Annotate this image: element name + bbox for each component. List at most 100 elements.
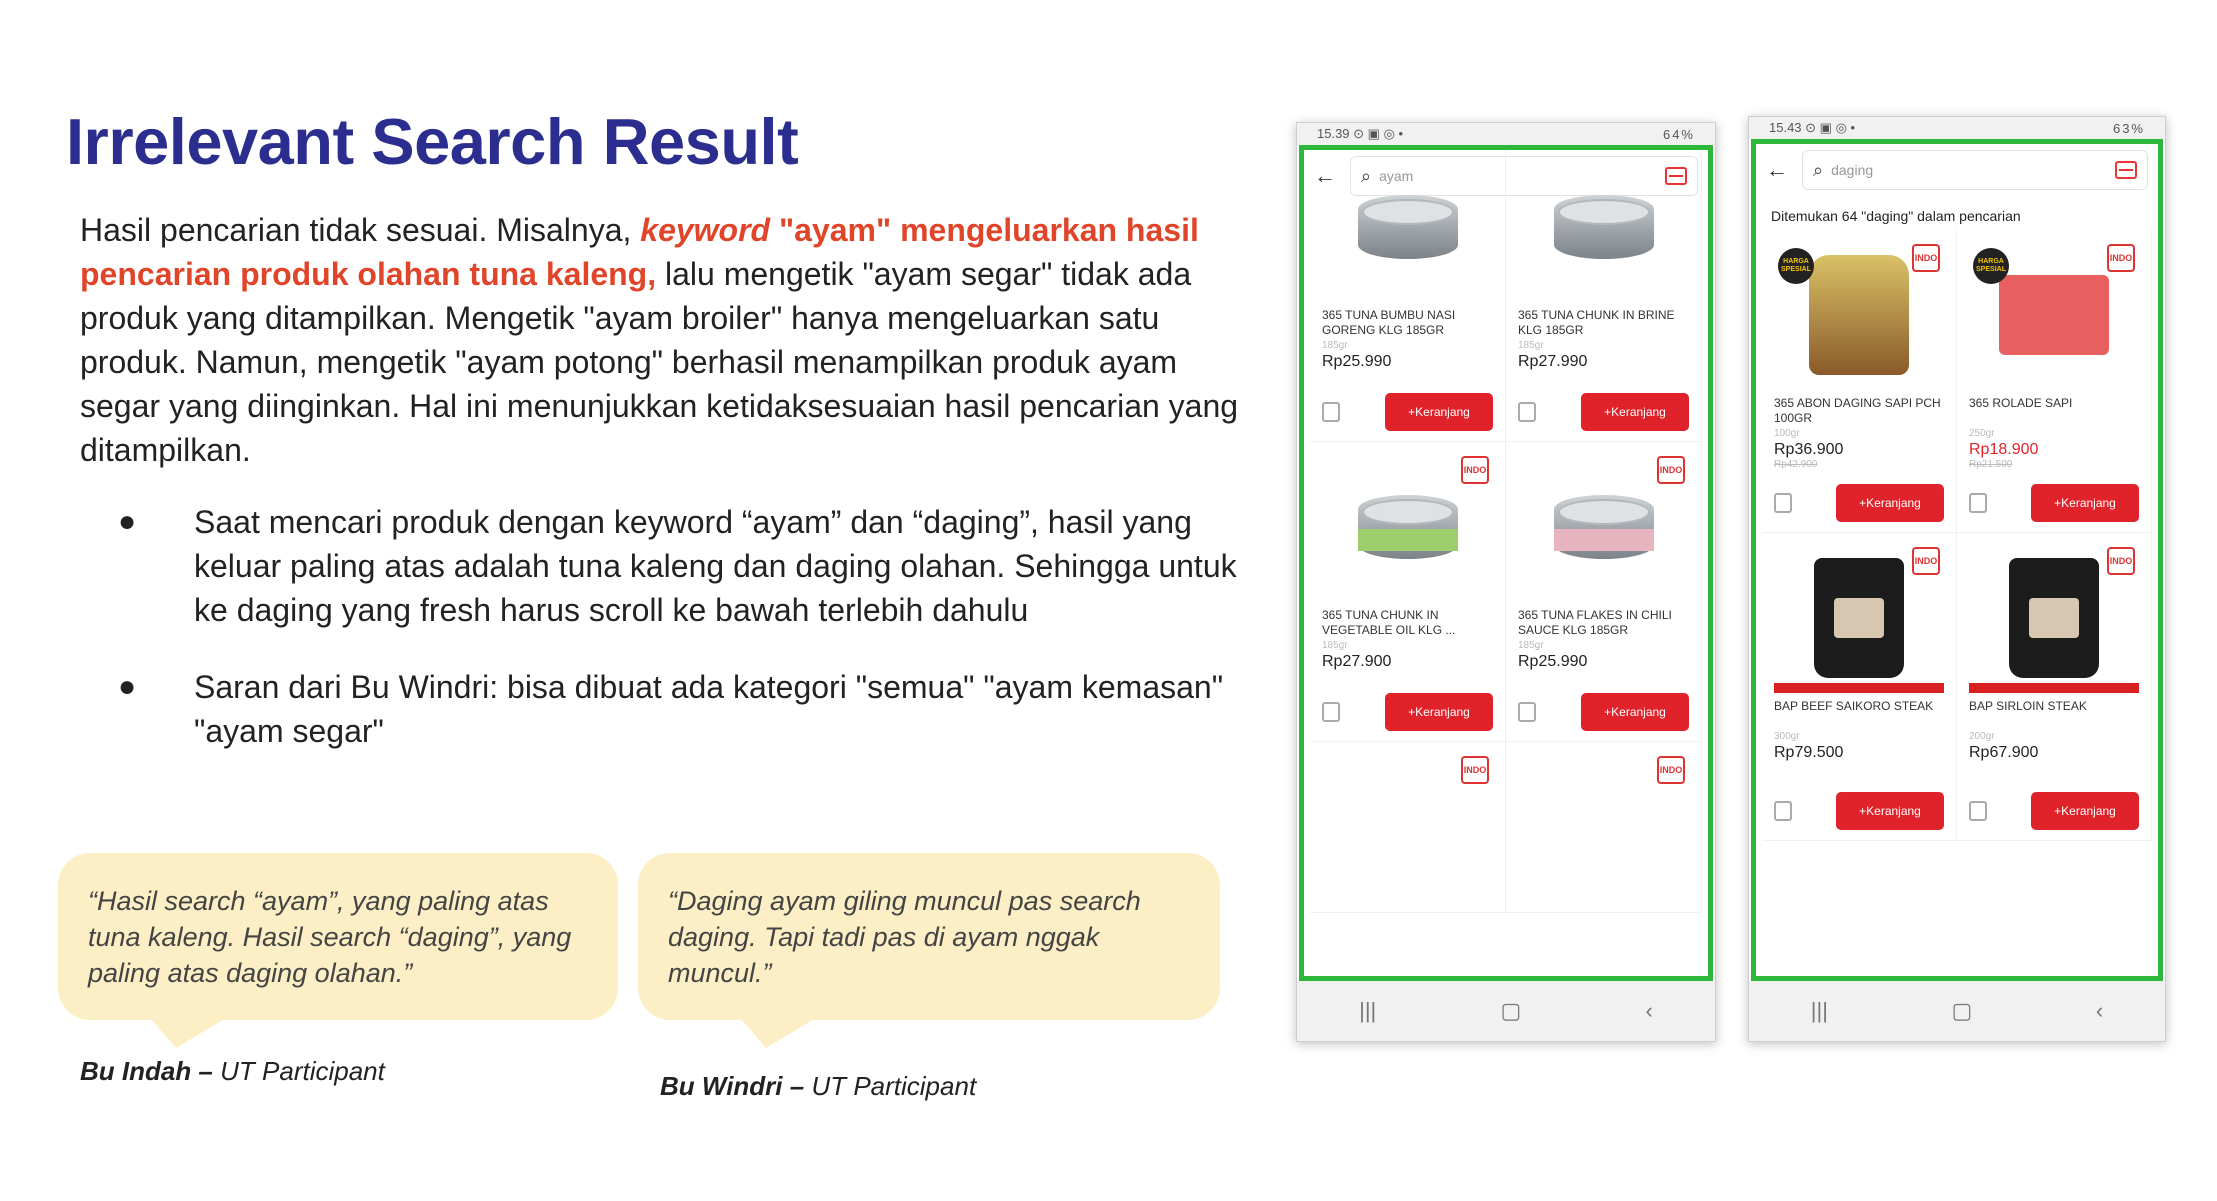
bullet-dot: ● <box>118 505 137 538</box>
status-bar: 15.43 ⊙ ▣ ◎ • 63% <box>1749 117 2165 139</box>
nav-back-button[interactable]: ‹ <box>2096 998 2103 1024</box>
product-weight: 185gr <box>1518 340 1544 351</box>
status-battery: 63% <box>2112 120 2145 136</box>
bullet-text: Saran dari Bu Windri: bisa dibuat ada ka… <box>194 669 1224 749</box>
product-name: 365 ABON DAGING SAPI PCH 100GR <box>1774 396 1941 425</box>
shopping-list-icon[interactable] <box>1518 402 1536 422</box>
product-card[interactable]: INDO BAP SIRLOIN STEAK 200gr Rp67.900 +K… <box>1957 533 2152 841</box>
quote-text: “Daging ayam giling muncul pas search da… <box>668 886 1141 988</box>
phone-screenshot-ayam: 15.39 ⊙ ▣ ◎ • 64% ← ⌕ ayam 365 TUNA BUMB… <box>1296 122 1716 1042</box>
product-card[interactable]: HARGA SPESIAL INDO 365 ABON DAGING SAPI P… <box>1762 230 1957 533</box>
add-to-cart-button[interactable]: +Keranjang <box>1836 484 1944 522</box>
shopping-list-icon[interactable] <box>1774 801 1792 821</box>
add-to-cart-button[interactable]: +Keranjang <box>1581 393 1689 431</box>
status-time: 15.43 ⊙ ▣ ◎ • <box>1769 120 1856 135</box>
intro-highlight-keyword: keyword <box>640 212 771 248</box>
product-card[interactable]: INDO <box>1310 742 1506 913</box>
indomaret-badge-icon: INDO <box>1912 244 1940 272</box>
indomaret-badge-icon: INDO <box>2107 244 2135 272</box>
search-icon: ⌕ <box>1813 159 1824 180</box>
home-button[interactable]: ▢ <box>1952 998 1973 1024</box>
status-battery: 64% <box>1662 126 1695 142</box>
product-grid: HARGA SPESIAL INDO 365 ABON DAGING SAPI P… <box>1756 230 2158 841</box>
intro-paragraph: Hasil pencarian tidak sesuai. Misalnya, … <box>80 208 1255 472</box>
product-image: HARGA SPESIAL INDO <box>1969 240 2139 390</box>
product-name: 365 ROLADE SAPI <box>1969 396 2073 410</box>
harga-spesial-badge: HARGA SPESIAL <box>1973 248 2009 284</box>
participant-name: Bu Indah – <box>80 1056 213 1086</box>
nav-back-button[interactable]: ‹ <box>1646 998 1653 1024</box>
product-price: Rp18.900 <box>1969 441 2039 458</box>
quote-text: “Hasil search “ayam”, yang paling atas t… <box>88 886 572 988</box>
indomaret-badge-icon: INDO <box>1657 756 1685 784</box>
shopping-list-icon[interactable] <box>1322 402 1340 422</box>
product-image: INDO <box>1518 752 1689 902</box>
add-to-cart-button[interactable]: +Keranjang <box>1581 693 1689 731</box>
add-to-cart-button[interactable]: +Keranjang <box>1385 693 1493 731</box>
product-card[interactable]: HARGA SPESIAL INDO 365 ROLADE SAPI 250gr … <box>1957 230 2152 533</box>
recents-button[interactable]: ||| <box>1359 998 1376 1024</box>
indomaret-badge-icon: INDO <box>2107 547 2135 575</box>
tuna-can-image <box>1553 495 1654 559</box>
tuna-can-image <box>1357 495 1458 559</box>
add-to-cart-button[interactable]: +Keranjang <box>1385 393 1493 431</box>
shopping-list-icon[interactable] <box>1969 801 1987 821</box>
product-image: INDO <box>1774 543 1944 693</box>
home-button[interactable]: ▢ <box>1501 998 1522 1024</box>
add-to-cart-button[interactable]: +Keranjang <box>2031 792 2139 830</box>
product-price: Rp79.500 <box>1774 744 1844 761</box>
product-card[interactable]: 365 TUNA CHUNK IN BRINE KLG 185GR 185gr … <box>1506 150 1702 442</box>
quote-bubble-tail <box>150 1018 226 1048</box>
tuna-can-image <box>1553 195 1654 259</box>
product-price: Rp36.900 <box>1774 441 1844 458</box>
shopping-list-icon[interactable] <box>1969 493 1987 513</box>
product-image <box>1322 152 1493 302</box>
abon-jar-image <box>1809 255 1909 375</box>
bullet-item: ● Saran dari Bu Windri: bisa dibuat ada k… <box>118 665 1238 753</box>
highlight-frame: ← ⌕ ayam 365 TUNA BUMBU NASI GORENG KLG … <box>1299 145 1713 981</box>
slide-title: Irrelevant Search Result <box>66 105 799 178</box>
quote-attribution-indah: Bu Indah – UT Participant <box>80 1056 385 1087</box>
status-time: 15.39 ⊙ ▣ ◎ • <box>1317 126 1404 141</box>
participant-role: UT Participant <box>212 1056 385 1086</box>
product-image: INDO <box>1322 752 1493 902</box>
shopping-list-icon[interactable] <box>1322 702 1340 722</box>
product-image <box>1518 152 1689 302</box>
indomaret-badge-icon: INDO <box>1657 456 1685 484</box>
add-to-cart-button[interactable]: +Keranjang <box>1836 792 1944 830</box>
quote-attribution-windri: Bu Windri – UT Participant <box>660 1071 976 1102</box>
bullet-item: ● Saat mencari produk dengan keyword “aya… <box>118 500 1238 632</box>
product-card[interactable]: INDO 365 TUNA CHUNK IN VEGETABLE OIL KLG… <box>1310 442 1506 742</box>
participant-role: UT Participant <box>804 1071 977 1101</box>
search-query: daging <box>1831 162 1874 178</box>
back-arrow-icon[interactable]: ← <box>1766 157 1792 183</box>
search-input[interactable]: ⌕ daging <box>1802 150 2148 190</box>
product-name: BAP SIRLOIN STEAK <box>1969 699 2087 713</box>
product-weight: 185gr <box>1518 640 1544 651</box>
product-price: Rp25.990 <box>1322 353 1392 370</box>
indomaret-badge-icon: INDO <box>1912 547 1940 575</box>
barcode-scan-icon[interactable] <box>2115 161 2137 179</box>
steak-pouch-image <box>2009 558 2099 678</box>
product-weight: 100gr <box>1774 428 1800 439</box>
product-weight: 185gr <box>1322 340 1348 351</box>
product-card[interactable]: INDO BAP BEEF SAIKORO STEAK 300gr Rp79.5… <box>1762 533 1957 841</box>
product-price: Rp67.900 <box>1969 744 2039 761</box>
bullet-dot: ● <box>118 670 137 703</box>
tuna-can-image <box>1357 195 1458 259</box>
shopping-list-icon[interactable] <box>1518 702 1536 722</box>
shopping-list-icon[interactable] <box>1774 493 1792 513</box>
indomaret-badge-icon: INDO <box>1461 756 1489 784</box>
quote-bubble-windri: “Daging ayam giling muncul pas search da… <box>638 853 1220 1020</box>
recents-button[interactable]: ||| <box>1811 998 1828 1024</box>
product-image: HARGA SPESIAL INDO <box>1774 240 1944 390</box>
add-to-cart-button[interactable]: +Keranjang <box>2031 484 2139 522</box>
bullet-text: Saat mencari produk dengan keyword “ayam… <box>194 504 1237 628</box>
product-card[interactable]: 365 TUNA BUMBU NASI GORENG KLG 185GR 185… <box>1310 150 1506 442</box>
product-price: Rp25.990 <box>1518 653 1588 670</box>
product-weight: 300gr <box>1774 731 1800 742</box>
search-header: ← ⌕ daging <box>1756 144 2158 196</box>
product-card[interactable]: INDO 365 TUNA FLAKES IN CHILI SAUCE KLG … <box>1506 442 1702 742</box>
product-weight: 250gr <box>1969 428 1995 439</box>
product-card[interactable]: INDO <box>1506 742 1702 913</box>
